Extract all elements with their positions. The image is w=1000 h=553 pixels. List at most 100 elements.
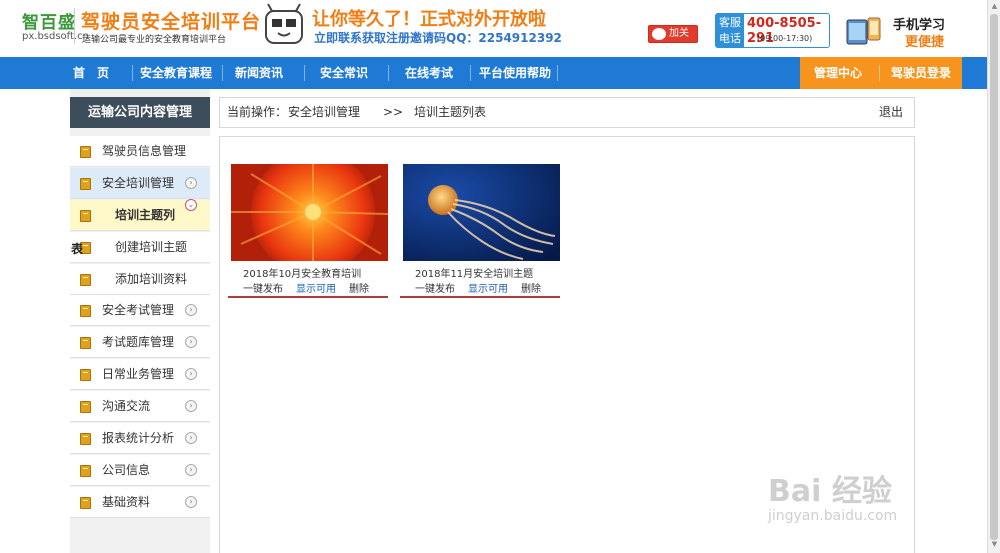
sidebar-item-label: 创建培训主题 xyxy=(115,240,188,254)
mobile-convenient-text[interactable]: 更便捷 xyxy=(905,31,944,50)
nav-safety-courses[interactable]: 安全教育课程 xyxy=(135,57,217,89)
book-icon xyxy=(80,146,91,158)
sidebar-item-label: 沟通交流 xyxy=(102,399,151,413)
publish-link[interactable]: 一键发布 xyxy=(243,284,283,295)
logout-link[interactable]: 退出 xyxy=(879,98,903,127)
sidebar-item-label: 日常业务管理 xyxy=(102,367,175,381)
sidebar-heading: 运输公司内容管理 xyxy=(70,97,210,128)
breadcrumb: 当前操作： 安全培训管理 >> 培训主题列表 退出 xyxy=(219,97,915,128)
topic-card: 2018年11月安全培训主题 一键发布 显示可用 删除 xyxy=(400,164,560,298)
page: 智百盛 px.bsdsoft.cn 驾驶员安全培训平台 运输公司最专业的安全教育… xyxy=(0,0,1000,553)
publish-link[interactable]: 一键发布 xyxy=(415,284,455,295)
nav-right-group: 管理中心 驾驶员登录 xyxy=(800,57,962,89)
vertical-scrollbar[interactable]: ▲ ▼ xyxy=(987,0,1000,553)
topic-actions: 一键发布 显示可用 删除 xyxy=(415,280,554,295)
sidebar-item-safety-training[interactable]: 安全培训管理 › xyxy=(70,168,210,199)
chevron-right-icon: › xyxy=(185,336,197,348)
sidebar-subitem-create-topic[interactable]: 创建培训主题 xyxy=(70,232,210,263)
breadcrumb-prefix: 当前操作： xyxy=(227,105,288,119)
book-icon xyxy=(80,305,91,317)
flower-image xyxy=(231,164,388,261)
promo-subline[interactable]: 立即联系获取注册邀请码QQ：2254912392 xyxy=(314,29,562,46)
chevron-right-icon: › xyxy=(185,368,197,380)
scrollbar-thumb[interactable] xyxy=(990,14,998,540)
book-icon xyxy=(80,497,91,509)
wrapped-label-overflow: 表 xyxy=(71,242,84,256)
chevron-down-icon[interactable]: ⌄ xyxy=(185,199,197,211)
nav-divider xyxy=(304,65,305,81)
site-header: 智百盛 px.bsdsoft.cn 驾驶员安全培训平台 运输公司最专业的安全教育… xyxy=(0,0,1000,57)
sidebar-item-label: 添加培训资料 xyxy=(115,272,188,286)
nav-divider xyxy=(388,65,389,81)
nav-home[interactable]: 首 页 xyxy=(62,57,120,89)
sidebar-item-basic-data[interactable]: 基础资料 › xyxy=(70,487,210,518)
mascot-icon xyxy=(265,3,303,44)
nav-online-exam[interactable]: 在线考试 xyxy=(397,57,461,89)
nav-divider xyxy=(879,65,880,81)
topic-title: 2018年11月安全培训主题 xyxy=(415,269,534,280)
hotline-tag: 客服电话 xyxy=(716,14,744,47)
scroll-up-icon[interactable]: ▲ xyxy=(990,2,999,12)
delete-link[interactable]: 删除 xyxy=(521,284,541,295)
watermark-url: jingyan.baidu.com xyxy=(768,508,898,524)
main-nav: 首 页 安全教育课程 新闻资讯 安全常识 在线考试 平台使用帮助 管理中心 驾驶… xyxy=(0,57,1000,89)
sidebar-item-label: 基础资料 xyxy=(102,495,151,509)
book-icon xyxy=(80,369,91,381)
book-icon xyxy=(80,274,91,286)
breadcrumb-current: 培训主题列表 xyxy=(414,105,487,119)
breadcrumb-section[interactable]: 安全培训管理 xyxy=(288,98,360,127)
book-icon xyxy=(80,337,91,349)
mobile-devices-icon xyxy=(846,17,881,45)
topic-thumbnail-red-flower[interactable] xyxy=(231,164,388,261)
sidebar-item-daily-business[interactable]: 日常业务管理 › xyxy=(70,359,210,390)
topic-title: 2018年10月安全教育培训 xyxy=(243,269,362,280)
nav-safety-knowledge[interactable]: 安全常识 xyxy=(312,57,376,89)
chevron-right-icon: › xyxy=(185,177,197,189)
sidebar-item-reports[interactable]: 报表统计分析 › xyxy=(70,423,210,454)
site-subtitle: 运输公司最专业的安全教育培训平台 xyxy=(82,35,227,45)
sidebar-item-label: 培训主题列 xyxy=(115,208,176,222)
show-available-link[interactable]: 显示可用 xyxy=(296,284,336,295)
book-icon xyxy=(80,465,91,477)
sidebar-item-label: 安全考试管理 xyxy=(102,303,175,317)
book-icon xyxy=(80,401,91,413)
weibo-icon xyxy=(652,28,666,40)
book-icon xyxy=(80,433,91,445)
baidu-watermark: Bai 经验 jingyan.baidu.com xyxy=(768,448,968,538)
sidebar-item-communication[interactable]: 沟通交流 › xyxy=(70,391,210,422)
weibo-follow-button[interactable]: 加关注 xyxy=(648,25,698,55)
sidebar-item-question-bank[interactable]: 考试题库管理 › xyxy=(70,327,210,358)
promo-headline[interactable]: 让你等久了！正式对外开放啦 xyxy=(312,5,546,31)
nav-divider xyxy=(470,65,471,81)
nav-news[interactable]: 新闻资讯 xyxy=(228,57,290,89)
sidebar-item-label: 考试题库管理 xyxy=(102,335,175,349)
sidebar-item-driver-info[interactable]: 驾驶员信息管理 xyxy=(70,136,210,167)
card-underline xyxy=(400,296,560,298)
sidebar-item-company-info[interactable]: 公司信息 › xyxy=(70,455,210,486)
nav-admin-center[interactable]: 管理中心 xyxy=(805,57,871,89)
logo-divider xyxy=(74,8,75,44)
book-icon xyxy=(80,210,91,222)
chevron-right-icon: › xyxy=(185,432,197,444)
weibo-follow-label: 加关注 xyxy=(669,28,689,55)
nav-help[interactable]: 平台使用帮助 xyxy=(475,57,555,89)
sidebar-item-label: 安全培训管理 xyxy=(102,176,175,190)
watermark-brand: Bai 经验 xyxy=(768,474,892,509)
nav-divider xyxy=(132,65,133,81)
sidebar-subitem-add-material[interactable]: 添加培训资料 xyxy=(70,264,210,295)
delete-link[interactable]: 删除 xyxy=(349,284,369,295)
nav-driver-login[interactable]: 驾驶员登录 xyxy=(886,57,956,89)
sidebar-item-label: 驾驶员信息管理 xyxy=(102,144,187,158)
sidebar-item-safety-exam[interactable]: 安全考试管理 › xyxy=(70,295,210,326)
chevron-right-icon: › xyxy=(185,304,197,316)
jellyfish-image xyxy=(403,164,560,261)
nav-divider xyxy=(557,65,558,81)
scroll-down-icon[interactable]: ▼ xyxy=(990,540,999,550)
topic-thumbnail-jellyfish[interactable] xyxy=(403,164,560,261)
topic-actions: 一键发布 显示可用 删除 xyxy=(243,280,382,295)
show-available-link[interactable]: 显示可用 xyxy=(468,284,508,295)
nav-divider xyxy=(222,65,223,81)
logo[interactable]: 智百盛 xyxy=(22,8,76,33)
hotline-hours: (09:00-17:30) xyxy=(757,34,813,43)
chevron-right-icon: › xyxy=(185,496,197,508)
